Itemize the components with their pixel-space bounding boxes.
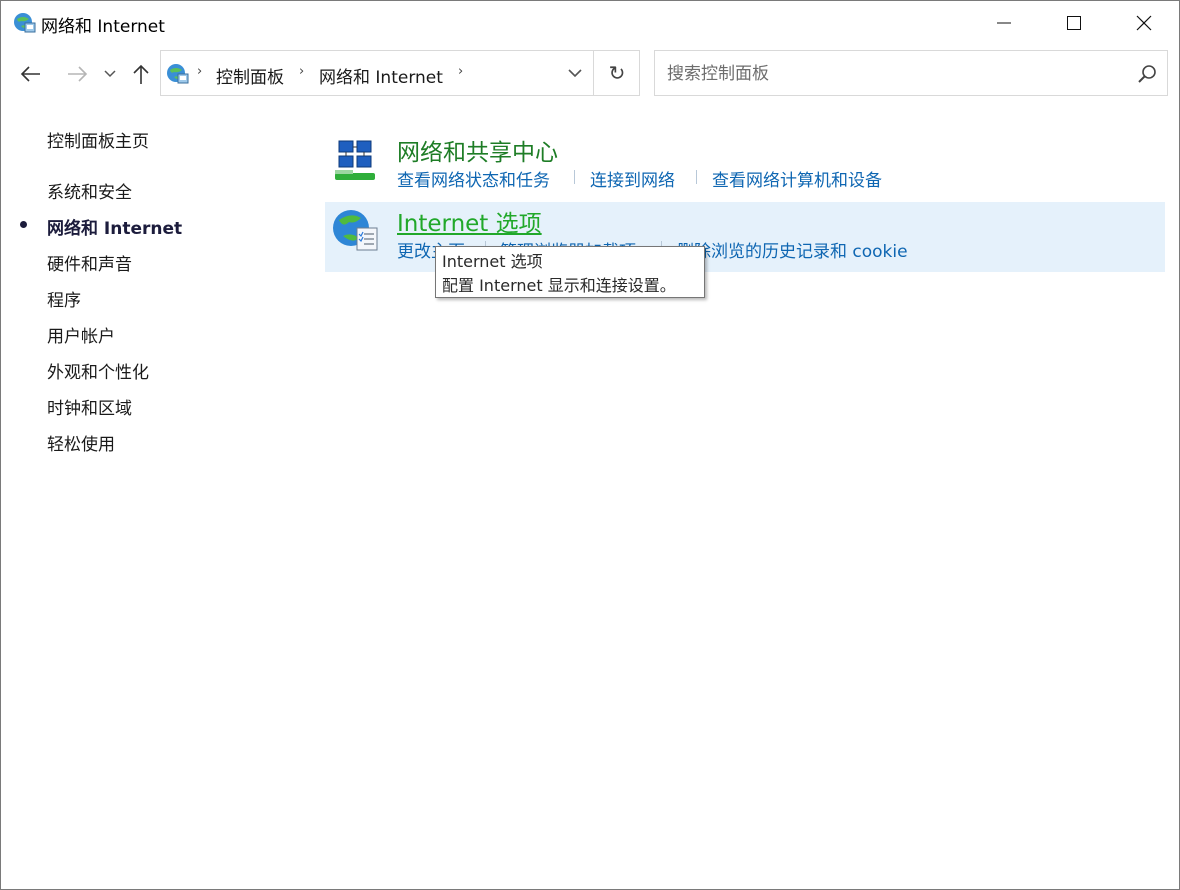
sidebar-item-user-accounts[interactable]: 用户帐户 (47, 322, 115, 347)
search-input[interactable] (665, 61, 1119, 87)
category-title-network-sharing[interactable]: 网络和共享中心 (397, 133, 558, 167)
link-connect-to-network[interactable]: 连接到网络 (590, 166, 675, 191)
close-button[interactable] (1121, 1, 1167, 45)
close-icon (1136, 15, 1152, 31)
sidebar-item-ease-of-access[interactable]: 轻松使用 (47, 430, 115, 455)
minimize-icon (997, 22, 1011, 24)
maximize-icon (1067, 16, 1081, 30)
control-panel-window: 网络和 Internet › 控制面板 › 网络和 Internet › ↻ 搜… (0, 0, 1180, 890)
maximize-button[interactable] (1051, 1, 1097, 45)
control-panel-network-icon (14, 13, 36, 33)
category-network-sharing: 网络和共享中心 查看网络状态和任务 连接到网络 查看网络计算机和设备 (325, 131, 1165, 193)
breadcrumb-chevron-icon[interactable]: › (197, 64, 202, 79)
link-divider (574, 170, 575, 184)
breadcrumb-network-internet[interactable]: 网络和 Internet (319, 63, 443, 88)
sidebar-item-hardware-sound[interactable]: 硬件和声音 (47, 250, 132, 275)
sidebar-item-clock-region[interactable]: 时钟和区域 (47, 394, 132, 419)
forward-button[interactable] (63, 59, 91, 89)
sidebar-item-appearance[interactable]: 外观和个性化 (47, 358, 149, 383)
recent-locations-button[interactable] (99, 59, 121, 89)
window-title: 网络和 Internet (41, 17, 165, 37)
address-history-button[interactable] (557, 51, 593, 95)
address-bar[interactable]: › 控制面板 › 网络和 Internet › ↻ (160, 50, 640, 96)
refresh-button[interactable]: ↻ (593, 51, 640, 95)
tooltip-title: Internet 选项 (442, 252, 543, 271)
breadcrumb-chevron-icon[interactable]: › (299, 64, 304, 79)
chevron-down-icon (568, 68, 582, 77)
internet-options-icon (333, 210, 378, 251)
current-item-bullet (20, 221, 27, 228)
link-view-network-computers[interactable]: 查看网络计算机和设备 (712, 166, 882, 191)
sidebar-item-network-internet[interactable]: 网络和 Internet (47, 214, 182, 239)
sidebar-item-system-security[interactable]: 系统和安全 (47, 178, 132, 203)
link-view-network-status[interactable]: 查看网络状态和任务 (397, 166, 550, 191)
chevron-down-icon (104, 70, 116, 78)
tooltip: Internet 选项 配置 Internet 显示和连接设置。 (435, 246, 705, 298)
breadcrumb-chevron-icon[interactable]: › (458, 64, 463, 79)
tooltip-description: 配置 Internet 显示和连接设置。 (442, 276, 676, 295)
sidebar-control-panel-home[interactable]: 控制面板主页 (47, 127, 149, 152)
breadcrumb-control-panel[interactable]: 控制面板 (216, 63, 284, 88)
search-box[interactable] (654, 50, 1168, 96)
back-button[interactable] (17, 59, 45, 89)
link-divider (696, 170, 697, 184)
arrow-right-icon (68, 66, 88, 82)
network-sharing-center-icon (335, 140, 375, 180)
minimize-button[interactable] (981, 1, 1027, 45)
sidebar-item-programs[interactable]: 程序 (47, 286, 81, 311)
arrow-left-icon (20, 66, 40, 82)
control-panel-network-icon (167, 64, 189, 84)
arrow-up-icon (133, 64, 149, 84)
refresh-icon: ↻ (608, 61, 626, 85)
title-bar[interactable]: 网络和 Internet (1, 1, 1179, 45)
category-title-internet-options[interactable]: Internet 选项 (397, 204, 542, 238)
search-icon[interactable] (1137, 64, 1157, 84)
link-delete-browsing-history[interactable]: 删除浏览的历史记录和 cookie (677, 237, 908, 262)
up-button[interactable] (127, 59, 155, 89)
